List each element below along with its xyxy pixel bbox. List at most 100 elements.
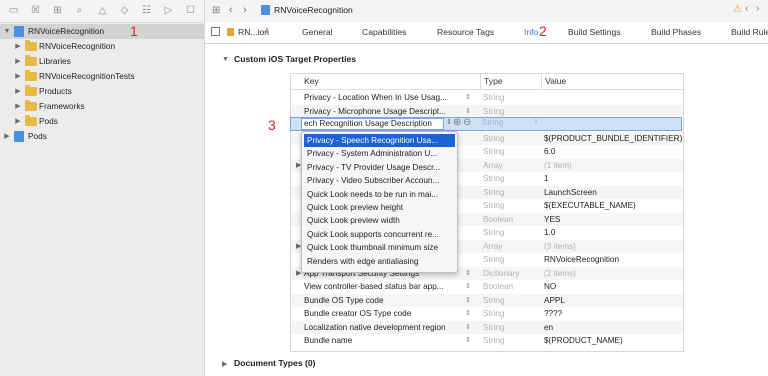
table-row[interactable]: Bundle OS Type code ⇕ String APPL: [291, 293, 683, 308]
tab-resource-tags[interactable]: Resource Tags: [437, 27, 494, 37]
navigator-item-folder[interactable]: ▶ RNVoiceRecognitionTests: [0, 69, 204, 84]
table-row[interactable]: Privacy - Location When In Use Usag... ⇕…: [291, 91, 683, 105]
disclosure-closed-icon[interactable]: ▶: [14, 84, 22, 99]
tab-info[interactable]: Info: [524, 27, 538, 37]
warning-icon[interactable]: ⚠: [733, 4, 742, 15]
forward-icon[interactable]: ›: [243, 4, 247, 16]
row-value[interactable]: 1.0: [544, 226, 555, 240]
suggestion-item[interactable]: Quick Look thumbnail minimum size: [304, 241, 455, 254]
row-value[interactable]: 6.0: [544, 145, 555, 159]
navigator-item-folder[interactable]: ▶ Products: [0, 84, 204, 99]
row-value[interactable]: $(EXECUTABLE_NAME): [544, 199, 636, 213]
disclosure-open-icon[interactable]: ▼: [3, 24, 11, 39]
search-icon[interactable]: ⌕: [74, 5, 85, 16]
key-suggestions-popup: Privacy - Speech Recognition Usa... Priv…: [301, 131, 458, 273]
table-row[interactable]: Bundle name ⇕ String $(PRODUCT_NAME): [291, 334, 683, 348]
breakpoint-icon[interactable]: ▷: [163, 5, 174, 16]
suggestion-item[interactable]: Privacy - TV Provider Usage Descr...: [304, 161, 455, 174]
row-value[interactable]: en: [544, 321, 553, 335]
test-icon[interactable]: ◇: [119, 5, 130, 16]
report-icon[interactable]: ☐: [185, 5, 196, 16]
tab-build-settings[interactable]: Build Settings: [568, 27, 621, 37]
disclosure-closed-icon[interactable]: ▶: [222, 360, 227, 368]
table-row[interactable]: View controller-based status bar app... …: [291, 280, 683, 294]
suggestion-item[interactable]: Quick Look needs to be run in mai...: [304, 188, 455, 201]
stepper-icon[interactable]: ⇕: [465, 334, 471, 348]
row-value[interactable]: RNVoiceRecognition: [544, 253, 619, 267]
forward-icon[interactable]: ›: [756, 3, 759, 14]
suggestion-item[interactable]: Privacy - Video Subscriber Accoun...: [304, 174, 455, 187]
disclosure-closed-icon[interactable]: ▶: [14, 69, 22, 84]
hide-sidebar-icon[interactable]: [211, 27, 220, 36]
disclosure-open-icon[interactable]: ▼: [222, 56, 229, 63]
navigator-item-folder[interactable]: ▶ Pods: [0, 114, 204, 129]
row-value[interactable]: $(PRODUCT_BUNDLE_IDENTIFIER): [544, 132, 682, 146]
chevron-updown-icon[interactable]: ⇕: [264, 27, 270, 35]
navigator-item-project[interactable]: ▶ Pods: [0, 129, 204, 144]
folder-icon: [25, 115, 37, 126]
editor-jump-bar: ⊞ ‹ › RNVoiceRecognition ⚠ ‹ ›: [205, 0, 768, 23]
stepper-icon[interactable]: ⇕: [465, 294, 471, 308]
disclosure-closed-icon[interactable]: ▶: [14, 54, 22, 69]
annotation-1: 1: [130, 23, 138, 39]
suggestion-item[interactable]: Privacy - Speech Recognition Usa...: [304, 134, 455, 148]
disclosure-closed-icon[interactable]: ▶: [3, 129, 11, 144]
suggestion-item[interactable]: Quick Look preview height: [304, 201, 455, 214]
stepper-icon[interactable]: ⇕: [533, 118, 539, 126]
navigator-item-project[interactable]: ▼ RNVoiceRecognition: [0, 24, 204, 39]
row-value: (2 items): [544, 268, 576, 278]
add-row-icon[interactable]: ⊕: [453, 117, 461, 128]
row-value[interactable]: LaunchScreen: [544, 186, 597, 200]
navigator-item-folder[interactable]: ▶ Libraries: [0, 54, 204, 69]
stepper-icon[interactable]: ⇕: [465, 321, 471, 335]
debug-icon[interactable]: ☷: [141, 5, 152, 16]
row-value[interactable]: YES: [544, 213, 560, 227]
document-types-section[interactable]: Document Types (0): [234, 358, 316, 368]
disclosure-closed-icon[interactable]: ▶: [14, 39, 22, 54]
column-header-type[interactable]: Type: [480, 74, 503, 89]
row-key: Localization native development region: [304, 322, 446, 332]
column-header-value[interactable]: Value: [541, 74, 566, 89]
annotation-2: 2: [539, 23, 547, 39]
back-icon[interactable]: ‹: [229, 4, 233, 16]
row-value[interactable]: $(PRODUCT_NAME): [544, 334, 623, 348]
row-value[interactable]: APPL: [544, 294, 565, 308]
related-items-icon[interactable]: ⊞: [212, 5, 220, 16]
breadcrumb[interactable]: RNVoiceRecognition: [274, 5, 353, 15]
stepper-icon[interactable]: ⇕: [465, 267, 471, 281]
tab-build-phases[interactable]: Build Phases: [651, 27, 701, 37]
column-header-key[interactable]: Key: [304, 74, 319, 89]
stepper-icon[interactable]: ⇕: [465, 91, 471, 105]
suggestion-item[interactable]: Privacy - System Administration U...: [304, 147, 455, 160]
row-key: Privacy - Location When In Use Usag...: [304, 93, 447, 102]
remove-row-icon[interactable]: ⊖: [463, 117, 471, 128]
disclosure-closed-icon[interactable]: ▶: [14, 99, 22, 114]
table-row[interactable]: Localization native development region ⇕…: [291, 320, 683, 335]
source-control-icon[interactable]: ☒: [30, 5, 41, 16]
disclosure-closed-icon[interactable]: ▶: [14, 114, 22, 129]
stepper-icon[interactable]: ⇕: [465, 105, 471, 119]
row-value: (3 items): [544, 241, 576, 251]
suggestion-item[interactable]: Quick Look supports concurrent re...: [304, 228, 455, 241]
tab-capabilities[interactable]: Capabilities: [362, 27, 406, 37]
hierarchy-icon[interactable]: ⊞: [52, 5, 63, 16]
table-row[interactable]: Bundle creator OS Type code ⇕ String ???…: [291, 307, 683, 321]
stepper-icon[interactable]: ⇕: [446, 118, 452, 126]
stepper-icon[interactable]: ⇕: [465, 307, 471, 321]
navigator-item-folder[interactable]: ▶ Frameworks: [0, 99, 204, 114]
row-type: Boolean: [483, 282, 514, 291]
tab-general[interactable]: General: [302, 27, 333, 37]
tab-build-rules[interactable]: Build Rule: [731, 27, 768, 37]
table-row[interactable]: Privacy - Microphone Usage Descript... ⇕…: [291, 104, 683, 119]
row-value[interactable]: 1: [544, 172, 549, 186]
navigator-item-folder[interactable]: ▶ RNVoiceRecognition: [0, 39, 204, 54]
folder-icon[interactable]: ▭: [8, 5, 19, 16]
suggestion-item[interactable]: Quick Look preview width: [304, 214, 455, 227]
row-value[interactable]: ????: [544, 307, 562, 321]
issue-warning-icon[interactable]: △: [97, 5, 108, 16]
suggestion-item[interactable]: Renders with edge antialiasing: [304, 255, 455, 268]
stepper-icon[interactable]: ⇕: [465, 280, 471, 294]
key-edit-field[interactable]: ech Recognition Usage Description: [301, 118, 444, 130]
row-value[interactable]: NO: [544, 280, 556, 294]
back-icon[interactable]: ‹: [745, 3, 748, 14]
